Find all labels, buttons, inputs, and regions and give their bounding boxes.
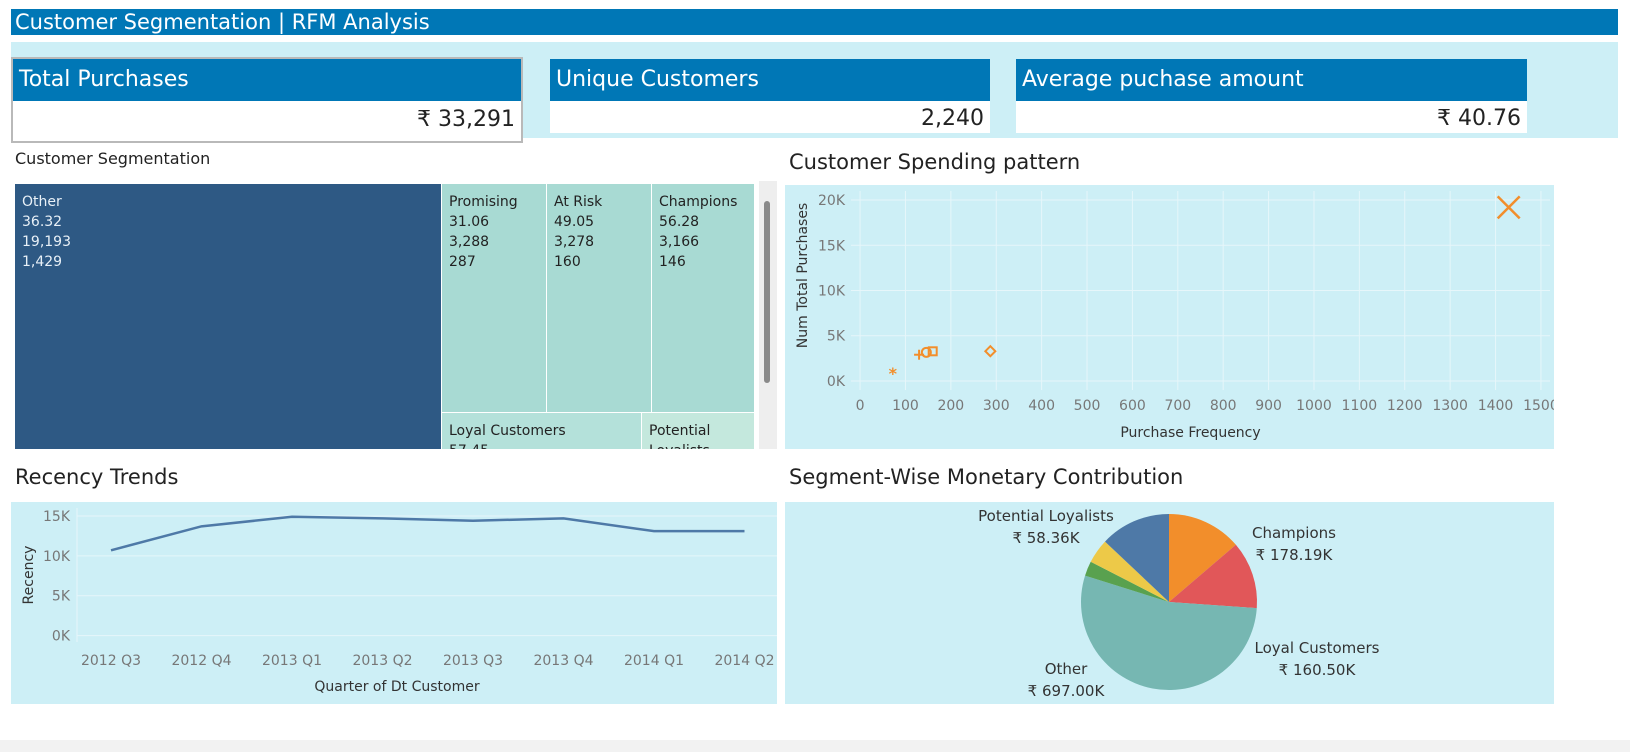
x-tick-label: 2013 Q1 bbox=[262, 653, 322, 669]
y-axis-label: Recency bbox=[21, 546, 37, 605]
recency-panel: 0K 5K 10K 15K 2012 Q3 2012 Q4 2013 Q1 2013 Q2 20… bbox=[11, 502, 777, 704]
cell-name: At Risk bbox=[554, 194, 603, 210]
x-tick-label: 100 bbox=[892, 398, 919, 414]
x-tick-label: 1300 bbox=[1432, 398, 1468, 414]
x-tick-label: 2013 Q4 bbox=[533, 653, 593, 669]
x-axis-label: Quarter of Dt Customer bbox=[314, 679, 479, 695]
cell-value-2: 3,278 bbox=[554, 234, 595, 250]
treemap-cell-loyal-customers[interactable]: Loyal Customers 57.45 bbox=[442, 413, 641, 449]
recency-title: Recency Trends bbox=[15, 465, 179, 489]
cell-value-1: 56.28 bbox=[659, 214, 700, 230]
y-tick-label: 20K bbox=[818, 193, 846, 209]
diamond-mark bbox=[983, 344, 997, 358]
kpi-value: ₹ 40.76 bbox=[1016, 101, 1527, 133]
y-tick-label: 0K bbox=[52, 629, 71, 645]
kpi-unique-customers[interactable]: Unique Customers 2,240 bbox=[550, 59, 990, 133]
cell-value-2: 3,166 bbox=[659, 234, 700, 250]
x-tick-label: 300 bbox=[983, 398, 1010, 414]
cell-value-3: 287 bbox=[449, 254, 476, 270]
x-tick-label: 2012 Q4 bbox=[171, 653, 231, 669]
x-tick-label: 1400 bbox=[1478, 398, 1514, 414]
cell-name: Promising bbox=[449, 194, 518, 210]
pie-label-name: Champions bbox=[1252, 524, 1336, 542]
spending-panel: 0 100 200 300 400 500 600 700 800 900 1000 1100 1200… bbox=[785, 185, 1559, 449]
scatter-chart: 0 100 200 300 400 500 600 700 800 900 1000 1100 1200… bbox=[795, 191, 1559, 441]
cell-name: Potential Loyalists bbox=[649, 423, 711, 449]
segmentation-treemap: Other 36.32 19,193 1,429 Promising 31.06… bbox=[15, 184, 754, 449]
scatter-point bbox=[983, 344, 997, 358]
treemap-cell-potential-loyalists[interactable]: Potential Loyalists bbox=[642, 413, 754, 449]
cell-name: Champions bbox=[659, 194, 738, 210]
pie-label-value: ₹ 178.19K bbox=[1256, 546, 1334, 564]
x-tick-label: 1000 bbox=[1296, 398, 1332, 414]
kpi-total-purchases[interactable]: Total Purchases ₹ 33,291 bbox=[11, 57, 523, 143]
y-axis-label: Num Total Purchases bbox=[795, 203, 811, 348]
x-tick-label: 600 bbox=[1119, 398, 1146, 414]
y-tick-label: 5K bbox=[52, 589, 71, 605]
cell-value-1: 31.06 bbox=[449, 214, 490, 230]
kpi-title: Total Purchases bbox=[13, 59, 521, 101]
monetary-title: Segment-Wise Monetary Contribution bbox=[789, 465, 1184, 489]
cell-value-1: 49.05 bbox=[554, 214, 595, 230]
kpi-average-purchase[interactable]: Average puchase amount ₹ 40.76 bbox=[1016, 59, 1527, 133]
kpi-value: ₹ 33,291 bbox=[13, 101, 521, 141]
spending-title: Customer Spending pattern bbox=[789, 150, 1081, 174]
cell-value-2: 3,288 bbox=[449, 234, 490, 250]
x-tick-label: 400 bbox=[1028, 398, 1055, 414]
cell-value-2: 19,193 bbox=[22, 234, 71, 250]
x-tick-label: 1100 bbox=[1342, 398, 1378, 414]
y-tick-label: 10K bbox=[43, 549, 71, 565]
x-tick-label: 2012 Q3 bbox=[81, 653, 141, 669]
pie-label-value: ₹ 160.50K bbox=[1279, 661, 1357, 679]
y-tick-label: 5K bbox=[827, 329, 846, 345]
cell-value-3: 146 bbox=[659, 254, 686, 270]
segmentation-title: Customer Segmentation bbox=[15, 149, 211, 168]
scatter-point: * bbox=[889, 364, 898, 383]
pie-label-name: Potential Loyalists bbox=[978, 507, 1114, 525]
x-tick-label: 2014 Q2 bbox=[714, 653, 774, 669]
cell-value-3: 1,429 bbox=[22, 254, 63, 270]
x-tick-label: 200 bbox=[937, 398, 964, 414]
cell-name: Loyal Customers bbox=[449, 423, 566, 439]
kpi-title: Average puchase amount bbox=[1016, 59, 1527, 101]
y-tick-label: 15K bbox=[43, 509, 71, 525]
x-tick-label: 800 bbox=[1210, 398, 1237, 414]
dashboard-title: Customer Segmentation | RFM Analysis bbox=[11, 9, 1618, 35]
treemap-scrollbar[interactable] bbox=[759, 181, 777, 449]
x-tick-label: 0 bbox=[856, 398, 865, 414]
x-tick-label: 700 bbox=[1164, 398, 1191, 414]
scrollbar-thumb[interactable] bbox=[764, 201, 770, 383]
line-chart: 0K 5K 10K 15K 2012 Q3 2012 Q4 2013 Q1 2013 Q2 20… bbox=[21, 508, 777, 695]
kpi-title: Unique Customers bbox=[550, 59, 990, 101]
x-tick-label: 900 bbox=[1255, 398, 1282, 414]
y-tick-label: 10K bbox=[818, 284, 846, 300]
treemap-cell-promising[interactable]: Promising 31.06 3,288 287 bbox=[442, 184, 546, 412]
asterisk-mark: * bbox=[889, 364, 898, 383]
pie-label-name: Other bbox=[1045, 660, 1088, 678]
x-tick-label: 1200 bbox=[1387, 398, 1423, 414]
monetary-panel: Champions ₹ 178.19K Loyal Customers ₹ 160.5… bbox=[785, 502, 1554, 704]
footer-bar bbox=[0, 740, 1630, 752]
x-tick-label: 2013 Q2 bbox=[352, 653, 412, 669]
pie-label-value: ₹ 697.00K bbox=[1028, 682, 1106, 700]
x-tick-label: 500 bbox=[1074, 398, 1101, 414]
pie-label-value: ₹ 58.36K bbox=[1012, 529, 1080, 547]
treemap-cell-at-risk[interactable]: At Risk 49.05 3,278 160 bbox=[547, 184, 651, 412]
treemap-cell-champions[interactable]: Champions 56.28 3,166 146 bbox=[652, 184, 754, 412]
x-tick-label: 2014 Q1 bbox=[624, 653, 684, 669]
treemap-cell-other[interactable]: Other 36.32 19,193 1,429 bbox=[15, 184, 441, 449]
y-tick-label: 0K bbox=[827, 374, 846, 390]
kpi-value: 2,240 bbox=[550, 101, 990, 133]
y-tick-label: 15K bbox=[818, 238, 846, 254]
cell-value-1: 36.32 bbox=[22, 214, 63, 230]
cell-value-3: 160 bbox=[554, 254, 581, 270]
cell-value-1: 57.45 bbox=[449, 441, 634, 449]
x-tick-label: 1500 bbox=[1523, 398, 1554, 414]
pie-chart: Champions ₹ 178.19K Loyal Customers ₹ 160.5… bbox=[978, 507, 1380, 700]
pie-label-name: Loyal Customers bbox=[1255, 639, 1380, 657]
cell-name: Other bbox=[22, 194, 62, 210]
recency-line bbox=[110, 515, 745, 552]
x-tick-label: 2013 Q3 bbox=[443, 653, 503, 669]
x-axis-label: Purchase Frequency bbox=[1120, 425, 1260, 441]
